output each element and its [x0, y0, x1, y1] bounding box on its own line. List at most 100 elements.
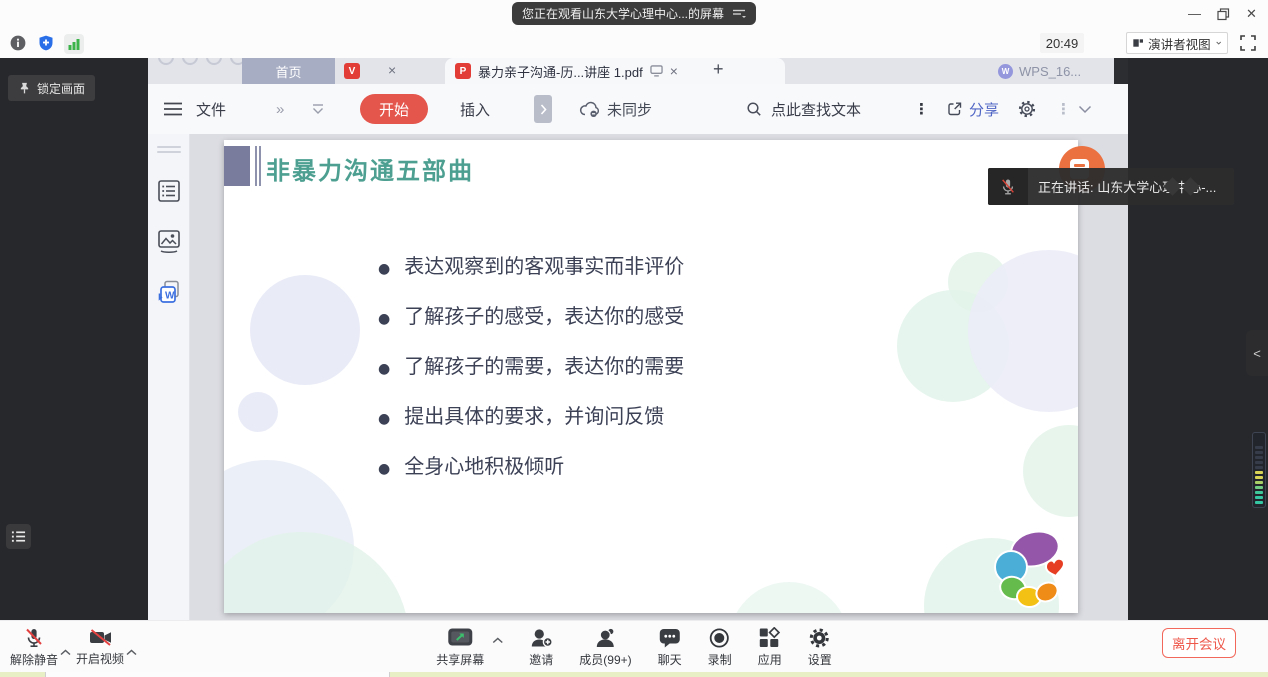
sync-status-label: 未同步 [607, 99, 652, 120]
watching-title: 您正在观看山东大学心理中心...的屏幕 [522, 5, 724, 22]
drag-handle[interactable] [157, 151, 181, 153]
share-options-chevron[interactable] [492, 637, 503, 644]
chat-label: 聊天 [658, 651, 682, 668]
chevron-bar-down-icon [311, 103, 325, 115]
view-mode-label: 演讲者视图 [1148, 34, 1211, 53]
wps-vip-icon[interactable]: V [344, 63, 360, 79]
search-icon [746, 101, 762, 117]
more-tools-icon[interactable]: ⋮ [1056, 84, 1071, 134]
more-options-icon[interactable]: ⋮ [914, 84, 929, 134]
mic-options-chevron[interactable] [60, 649, 71, 656]
ribbon-expand-button[interactable] [534, 95, 552, 123]
title-accent-square [224, 146, 250, 186]
chevron-right-icon [540, 104, 547, 115]
pin-view-button[interactable]: 锁定画面 [8, 75, 95, 101]
minimize-icon[interactable]: — [1188, 4, 1201, 24]
session-label: WPS_16... [1019, 64, 1081, 79]
bullet-dot: ● [378, 359, 390, 380]
audio-level-meter [1252, 432, 1266, 508]
members-button[interactable]: 成员(99+) [579, 621, 631, 673]
wps-logo-icon: W [998, 64, 1013, 79]
speaker-mic-cell [988, 168, 1028, 205]
bullet-item: ●了解孩子的需要，表达你的需要 [378, 356, 978, 380]
apps-label: 应用 [758, 651, 782, 668]
muted-mic-icon [1000, 178, 1016, 196]
share-screen-button[interactable]: 共享屏幕 [436, 621, 484, 673]
apps-grid-icon [759, 627, 781, 649]
bubble-decoration [1023, 425, 1078, 517]
tab-document[interactable]: P 暴力亲子沟通-历...讲座 1.pdf × [445, 58, 785, 84]
tab-insert-button[interactable]: 插入 [460, 84, 490, 134]
outline-panel-icon[interactable] [158, 180, 180, 202]
settings-gear-icon [809, 627, 831, 649]
main-menu-button[interactable] [164, 84, 182, 134]
speaking-banner: 正在讲话: 山东大学心理中心-... [988, 168, 1234, 205]
drag-handle[interactable] [157, 146, 181, 148]
bullet-item: ●提出具体的要求，并询问反馈 [378, 406, 978, 430]
bullet-dot: ● [378, 409, 390, 430]
fullscreen-icon[interactable] [1240, 35, 1256, 51]
tab-circle-icon [182, 58, 198, 65]
wps-document-area: W [148, 134, 1128, 620]
chat-bubble-icon [658, 627, 681, 649]
document-tab-title: 暴力亲子沟通-历...讲座 1.pdf [478, 62, 643, 81]
tab-close-icon[interactable]: × [388, 62, 396, 78]
share-screen-icon [447, 627, 473, 649]
invite-person-icon [529, 627, 553, 649]
share-button[interactable]: 分享 [946, 84, 999, 134]
center-controls: 共享屏幕 邀请 成员(99+) 聊天 录制 应用 [436, 621, 831, 673]
video-options-chevron[interactable] [126, 649, 137, 656]
info-icon[interactable] [10, 35, 26, 51]
members-icon [594, 627, 617, 649]
search-placeholder: 点此查找文本 [771, 99, 861, 120]
leave-meeting-button[interactable]: 离开会议 [1162, 628, 1236, 658]
slide-title: 非暴力沟通五部曲 [266, 151, 474, 186]
tab-close-icon[interactable]: × [670, 63, 678, 79]
bubble-decoration [250, 275, 360, 385]
record-button[interactable]: 录制 [708, 621, 732, 673]
network-signal-icon[interactable] [64, 34, 84, 54]
title-accent-line [255, 146, 257, 186]
menu-file[interactable]: 文件 [196, 84, 226, 134]
unmute-button[interactable]: 解除静音 [8, 621, 60, 673]
new-tab-icon[interactable]: + [713, 59, 724, 80]
share-screen-label: 共享屏幕 [436, 651, 484, 668]
share-label: 分享 [969, 99, 999, 120]
watching-title-pill[interactable]: 您正在观看山东大学心理中心...的屏幕 [512, 2, 756, 25]
more-menus-icon[interactable]: » [276, 84, 284, 134]
panel-collapse-button[interactable]: < [1246, 330, 1268, 376]
cast-screen-icon[interactable] [650, 65, 663, 77]
unmute-label: 解除静音 [10, 651, 58, 668]
tab-start-button[interactable]: 开始 [360, 94, 428, 124]
banner-menu-icon[interactable] [732, 8, 746, 20]
chat-button[interactable]: 聊天 [658, 621, 682, 673]
tab-home[interactable]: 首页 [242, 58, 335, 84]
share-arrow-icon [946, 101, 963, 117]
sync-status[interactable]: 未同步 [578, 84, 652, 134]
tabbar-dark-block [1114, 58, 1128, 84]
thumbnail-list-button[interactable] [6, 524, 31, 549]
collapse-toolbar-icon[interactable] [1078, 84, 1092, 134]
cloud-unsync-icon [578, 100, 600, 118]
collapse-ribbon-icon[interactable] [311, 84, 325, 134]
export-to-word-icon[interactable]: W [157, 280, 181, 304]
wps-session[interactable]: W WPS_16... [998, 58, 1081, 84]
start-video-button[interactable]: 开启视频 [72, 621, 128, 673]
slide-page: 非暴力沟通五部曲 ●表达观察到的客观事实而非评价 ●了解孩子的感受，表达你的感受… [224, 140, 1078, 613]
search-input[interactable]: 点此查找文本 [746, 84, 861, 134]
view-mode-selector[interactable]: 演讲者视图 [1126, 32, 1228, 54]
settings-button[interactable]: 设置 [808, 621, 832, 673]
pin-label: 锁定画面 [37, 80, 85, 97]
settings-gear-icon[interactable] [1018, 84, 1036, 134]
shield-protect-icon[interactable] [38, 35, 54, 51]
wps-toolbar: 文件 » 开始 插入 未同步 点此查找文本 ⋮ [148, 84, 1128, 134]
layout-view-icon [1133, 36, 1143, 50]
invite-button[interactable]: 邀请 [529, 621, 553, 673]
images-panel-icon[interactable] [158, 230, 180, 254]
apps-button[interactable]: 应用 [758, 621, 782, 673]
chevron-down-icon [1078, 105, 1092, 114]
close-icon[interactable]: ✕ [1246, 4, 1257, 24]
taskbar-strip [0, 672, 1268, 677]
restore-icon[interactable] [1217, 8, 1230, 21]
meeting-statusbar: 20:49 演讲者视图 [0, 28, 1268, 58]
